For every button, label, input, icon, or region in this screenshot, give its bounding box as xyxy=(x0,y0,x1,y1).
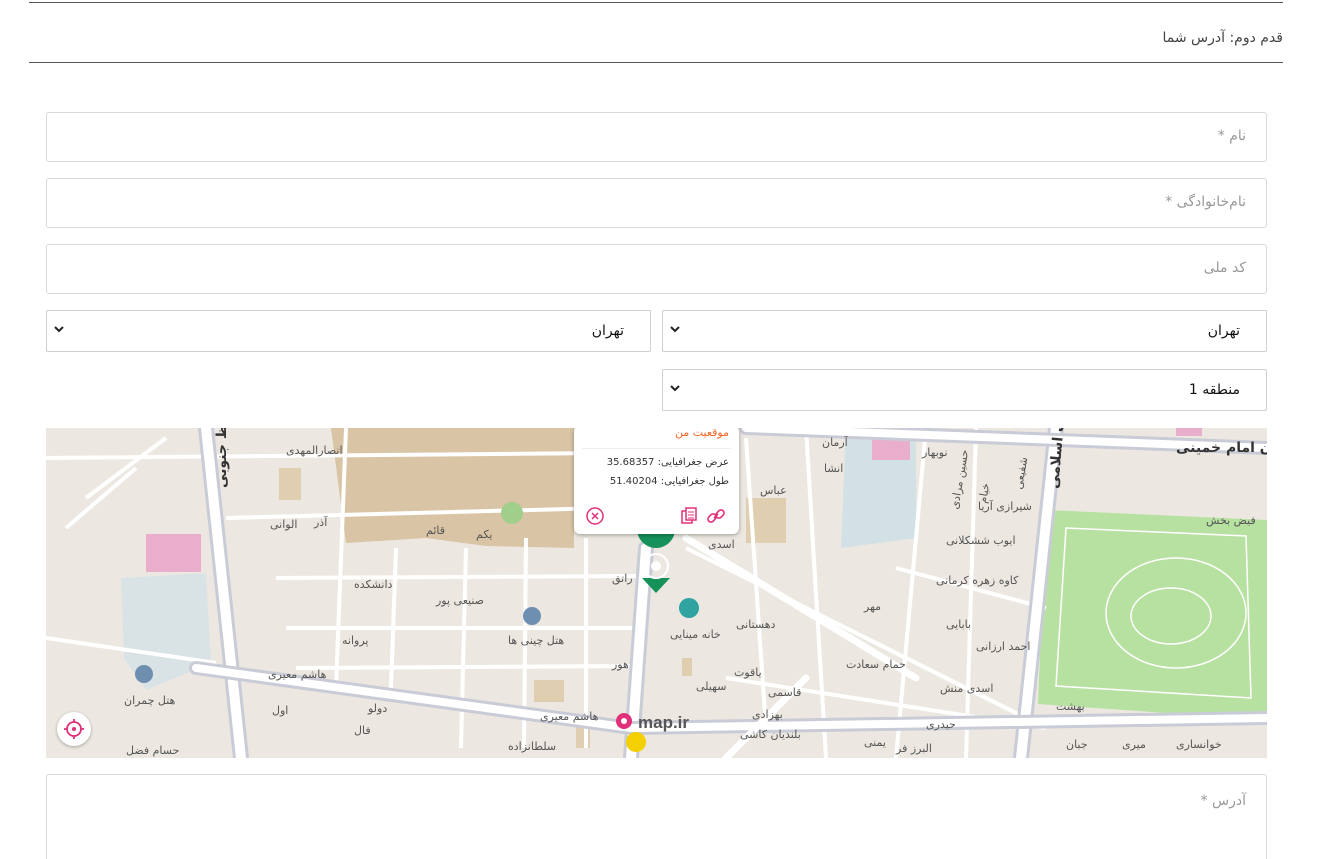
popup-divider xyxy=(582,448,731,449)
street-label: فیض بخش xyxy=(1206,514,1256,527)
street-label: حافظ جنوبی xyxy=(214,428,230,488)
street-label: آذر xyxy=(314,516,328,529)
first-name-field[interactable]: نام * xyxy=(46,112,1267,162)
street-label: عباس xyxy=(760,484,787,497)
street-label: الوانی xyxy=(270,518,298,531)
national-code-placeholder: کد ملی xyxy=(1203,260,1246,276)
step-title: قدم دوم: آدرس شما xyxy=(1162,30,1283,46)
province-select[interactable]: تهران xyxy=(662,310,1267,352)
street-label: مهر xyxy=(864,600,882,613)
street-label: هتل چمران xyxy=(124,694,176,707)
street-label: ایوب ششکلانی xyxy=(946,534,1016,547)
street-label: دانشکده xyxy=(354,578,393,591)
street-label: حسام فضل xyxy=(126,744,180,757)
street-label: هتل چینی ها xyxy=(508,634,565,647)
street-label: قاسمی xyxy=(768,686,802,699)
first-name-placeholder: نام * xyxy=(1217,128,1246,144)
street-label: حیدری xyxy=(926,718,956,731)
street-label: کاوه زهره کرمانی xyxy=(936,574,1019,587)
street-label: خوانساری xyxy=(1176,738,1222,751)
tree-icon xyxy=(501,502,523,524)
copy-icon[interactable] xyxy=(679,506,699,526)
street-label: دهستانی xyxy=(736,618,776,631)
street-label: بهشت xyxy=(1056,700,1085,713)
street-label: هور xyxy=(612,658,629,671)
link-icon[interactable] xyxy=(706,506,726,526)
street-label: دولو xyxy=(368,702,388,715)
street-label: حمام سعادت xyxy=(846,658,906,671)
street-label: قائم xyxy=(426,524,445,537)
street-label: جبان xyxy=(1066,738,1088,751)
street-label: انصارالمهدی xyxy=(286,444,343,457)
street-label: اسدی xyxy=(708,538,735,551)
region-value: منطقه 1 xyxy=(1188,382,1240,398)
last-name-field[interactable]: نام‌خانوادگی * xyxy=(46,178,1267,228)
locate-me-button[interactable] xyxy=(57,712,91,746)
location-map[interactable]: ان امام خمینی وحدت اسلامی حافظ جنوبی انص… xyxy=(46,428,1267,758)
latitude-text: عرض جغرافیایی: 35.68357 xyxy=(606,457,729,468)
street-label: انشا xyxy=(824,462,844,475)
crosshair-icon xyxy=(64,719,84,739)
province-value: تهران xyxy=(1207,323,1240,339)
street-label: بابایی xyxy=(946,618,972,631)
street-label: شیرازی آریا xyxy=(978,500,1032,513)
street-label: یاقوت xyxy=(734,666,762,679)
street-label: اسدی منش xyxy=(940,682,994,695)
chevron-down-icon xyxy=(54,326,64,333)
mapir-logo-icon xyxy=(616,713,632,729)
street-label: یکم xyxy=(476,528,493,541)
street-label: بهزادی xyxy=(752,708,783,721)
street-label: احمد ارزانی xyxy=(976,640,1031,653)
street-label: فال xyxy=(354,724,371,737)
city-select[interactable]: تهران xyxy=(46,310,651,352)
street-label: سلطانزاده xyxy=(508,740,557,753)
street-label: یمنی xyxy=(864,736,886,749)
street-label: البرز فر xyxy=(896,742,932,755)
street-label: صنیعی پور xyxy=(436,594,485,607)
hotel-icon xyxy=(523,607,541,625)
address-textarea[interactable]: آدرس * xyxy=(46,774,1267,859)
street-label: راتق xyxy=(612,572,633,585)
street-label: اول xyxy=(272,704,289,717)
top-divider xyxy=(29,2,1283,3)
street-label: آرمان xyxy=(822,436,848,449)
museum-icon xyxy=(679,598,699,618)
street-label: خانه مینایی xyxy=(670,628,721,641)
step-divider xyxy=(29,62,1283,63)
street-label: میری xyxy=(1122,738,1146,751)
region-select[interactable]: منطقه 1 xyxy=(662,369,1267,411)
popup-title: موقعیت من xyxy=(674,428,729,439)
street-label: پروانه xyxy=(342,634,369,647)
mapir-brand: map.ir xyxy=(638,713,690,732)
close-circle-icon[interactable] xyxy=(585,506,605,526)
mapir-logo: map.ir xyxy=(614,712,689,736)
city-value: تهران xyxy=(591,323,624,339)
location-popup: موقعیت من عرض جغرافیایی: 35.68357 طول جغ… xyxy=(574,428,739,534)
street-label: بلندیان کاشی xyxy=(740,728,801,741)
longitude-text: طول جغرافیایی: 51.40204 xyxy=(609,476,729,487)
national-code-field[interactable]: کد ملی xyxy=(46,244,1267,294)
street-label: نوبهار xyxy=(922,446,948,459)
chevron-down-icon xyxy=(670,326,680,333)
street-label: ان امام خمینی xyxy=(1176,440,1267,456)
address-placeholder: آدرس * xyxy=(1200,793,1246,809)
last-name-placeholder: نام‌خانوادگی * xyxy=(1165,194,1246,210)
street-label: هاشم معیری xyxy=(540,710,599,723)
street-label: هاشم معیری xyxy=(268,668,327,681)
street-label: سهیلی xyxy=(696,680,727,693)
chevron-down-icon xyxy=(670,385,680,392)
hotel-icon xyxy=(135,665,153,683)
